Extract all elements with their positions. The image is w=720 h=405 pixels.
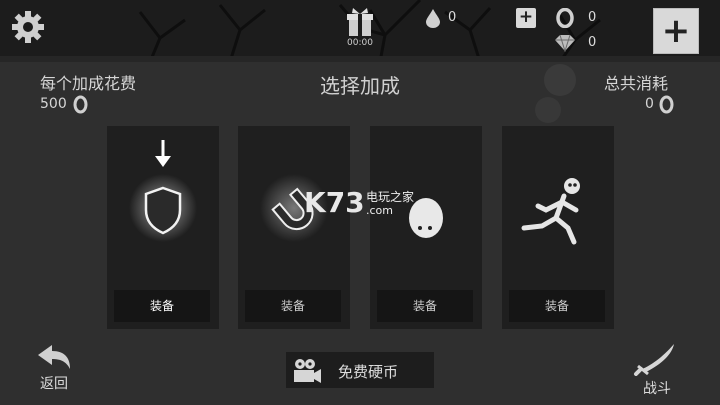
gift-timer: 00:00 xyxy=(347,38,373,48)
equip-button[interactable]: 装备 xyxy=(509,290,605,322)
watermark-brand: K73 xyxy=(304,186,365,219)
watermark-text: 电玩之家 xyxy=(366,190,415,204)
total-cost-value: 0 xyxy=(645,96,654,112)
free-coins-button[interactable]: 免费硬币 xyxy=(286,352,434,388)
watermark-logo: K73 电玩之家 .com xyxy=(304,186,454,222)
sword-icon xyxy=(634,344,674,376)
drops-count: 0 xyxy=(448,10,457,25)
boost-card-shield[interactable]: 装备 xyxy=(107,126,219,329)
ring-icon xyxy=(659,95,674,114)
gift-box[interactable]: 00:00 xyxy=(344,7,376,49)
boost-card-runner[interactable]: 装备 xyxy=(502,126,614,329)
ring-icon xyxy=(556,7,574,29)
battle-label: 战斗 xyxy=(643,381,671,397)
settings-gear-icon[interactable] xyxy=(10,9,46,45)
arrow-down-icon xyxy=(155,140,171,167)
runner-icon xyxy=(521,178,580,245)
rings-count: 0 xyxy=(588,10,597,25)
video-camera-icon xyxy=(294,359,321,383)
back-label: 返回 xyxy=(40,376,68,392)
drop-icon xyxy=(425,8,441,28)
back-button[interactable]: 返回 xyxy=(32,343,76,395)
diamond-icon xyxy=(554,34,576,53)
battle-button[interactable]: 战斗 xyxy=(632,340,682,397)
boost-card-blob[interactable]: 装备 xyxy=(370,126,482,329)
gift-icon xyxy=(347,8,373,36)
gems-count: 0 xyxy=(588,35,597,50)
free-coins-label: 免费硬币 xyxy=(338,363,399,381)
boost-card-magnet[interactable]: 装备 xyxy=(238,126,350,329)
equip-button[interactable]: 装备 xyxy=(245,290,341,322)
add-rings-button[interactable]: + xyxy=(516,8,536,28)
shield-icon xyxy=(129,174,197,242)
back-arrow-icon xyxy=(38,345,70,369)
equip-button[interactable]: 装备 xyxy=(377,290,473,322)
total-cost-label: 总共消耗 xyxy=(604,74,669,93)
add-gems-button[interactable]: + xyxy=(653,8,699,54)
equip-button[interactable]: 装备 xyxy=(114,290,210,322)
watermark-domain: .com xyxy=(366,204,393,217)
